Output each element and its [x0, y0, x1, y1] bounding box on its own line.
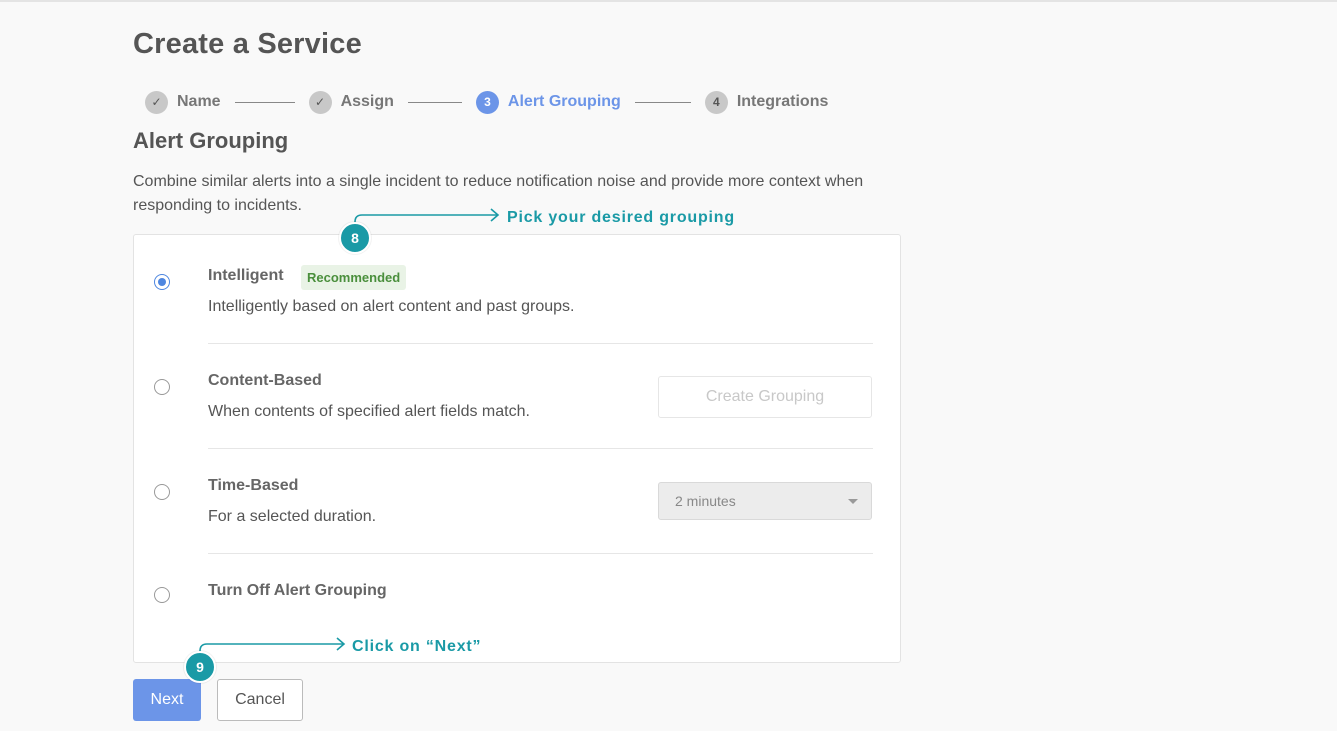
annotation-text-8: Pick your desired grouping	[507, 209, 735, 226]
annotation-step-9: 9	[184, 651, 216, 683]
annotation-text-9: Click on “Next”	[352, 638, 482, 655]
annotation-step-8: 8	[339, 222, 371, 254]
annotation-arrow-9	[199, 637, 346, 660]
annotation-arrow-8	[354, 208, 500, 232]
annotation-arrows	[199, 208, 500, 660]
